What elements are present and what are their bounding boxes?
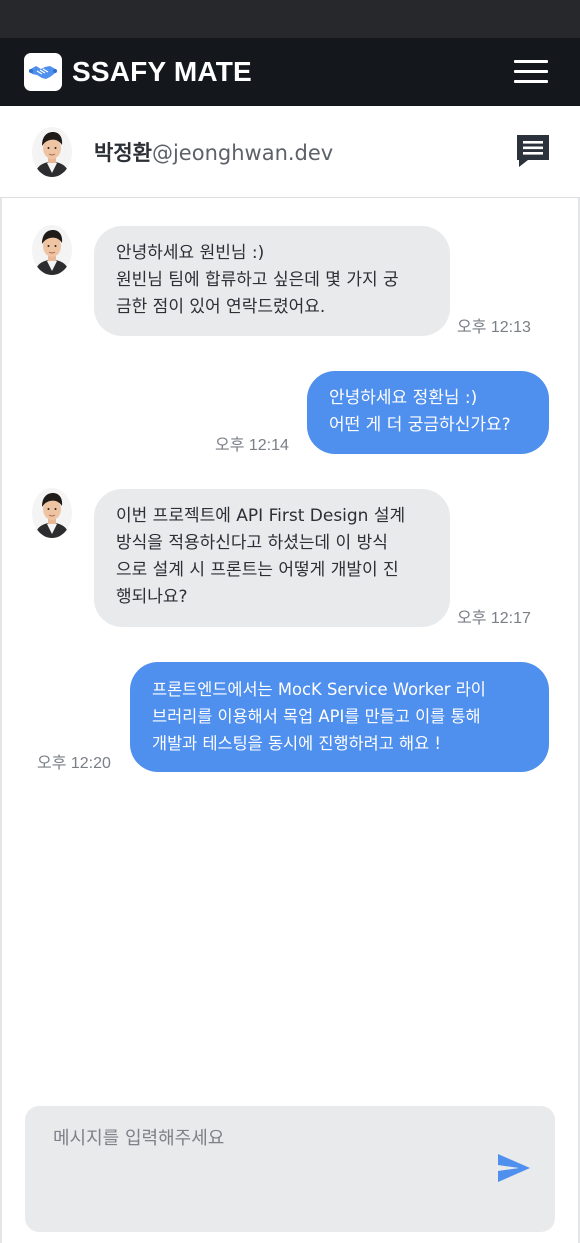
peer-avatar[interactable] [32,127,72,177]
message-line: 프론트엔드에서는 MocK Service Worker 라이 [152,680,486,699]
message-line: 행되나요? [116,587,188,607]
system-status-bar [0,0,580,38]
handshake-icon [29,66,57,79]
message-bubble: 이번 프로젝트에 API First Design 설계 방식을 적용하신다고 … [94,489,450,627]
send-icon[interactable] [497,1152,531,1184]
message-line: 안녕하세요 원빈님 :) [116,243,265,263]
left-border [0,106,2,1243]
peer-name: 박정환 [94,140,152,165]
message-bubble: 안녕하세요 원빈님 :) 원빈님 팀에 합류하고 싶은데 몇 가지 궁 금한 점… [94,226,450,336]
message-line: 원빈님 팀에 합류하고 싶은데 몇 가지 궁 [116,270,399,290]
peer-handle: @jeonghwan.dev [151,140,334,165]
message-line: 안녕하세요 정환님 :) [329,388,478,408]
message-timestamp: 오후 12:13 [457,319,531,336]
message-line: 방식을 적용하신다고 하셨는데 이 방식 [116,533,388,553]
message-line: 으로 설계 시 프론트는 어떻게 개발이 진 [116,560,399,580]
message-line: 어떤 게 더 궁금하신가요? [329,415,511,435]
message-bubble: 안녕하세요 정환님 :) 어떤 게 더 궁금하신가요? [307,371,549,454]
hamburger-menu-icon[interactable] [514,60,548,84]
message-timestamp: 오후 12:17 [457,610,531,627]
app-logo[interactable] [24,53,62,91]
chat-bubble-icon[interactable] [514,132,552,170]
peer-avatar[interactable] [32,488,72,538]
peer-avatar[interactable] [32,225,72,275]
message-input[interactable] [53,1124,493,1214]
message-line: 개발과 테스팅을 동시에 진행하려고 해요 ! [152,734,441,753]
message-composer [25,1106,555,1232]
message-line: 브러리를 이용해서 목업 API를 만들고 이를 통해 [152,707,481,726]
message-timestamp: 오후 12:20 [37,755,111,772]
app-bar: SSAFY MATE [0,38,580,106]
chat-header: 박정환@jeonghwan.dev [0,106,580,198]
app-title: SSAFY MATE [72,56,252,87]
message-timestamp: 오후 12:14 [215,437,289,454]
peer-identity: 박정환@jeonghwan.dev [94,137,333,167]
message-line: 금한 점이 있어 연락드렸어요. [116,297,326,317]
message-bubble: 프론트엔드에서는 MocK Service Worker 라이 브러리를 이용해… [130,662,549,772]
message-line: 이번 프로젝트에 API First Design 설계 [116,506,406,526]
